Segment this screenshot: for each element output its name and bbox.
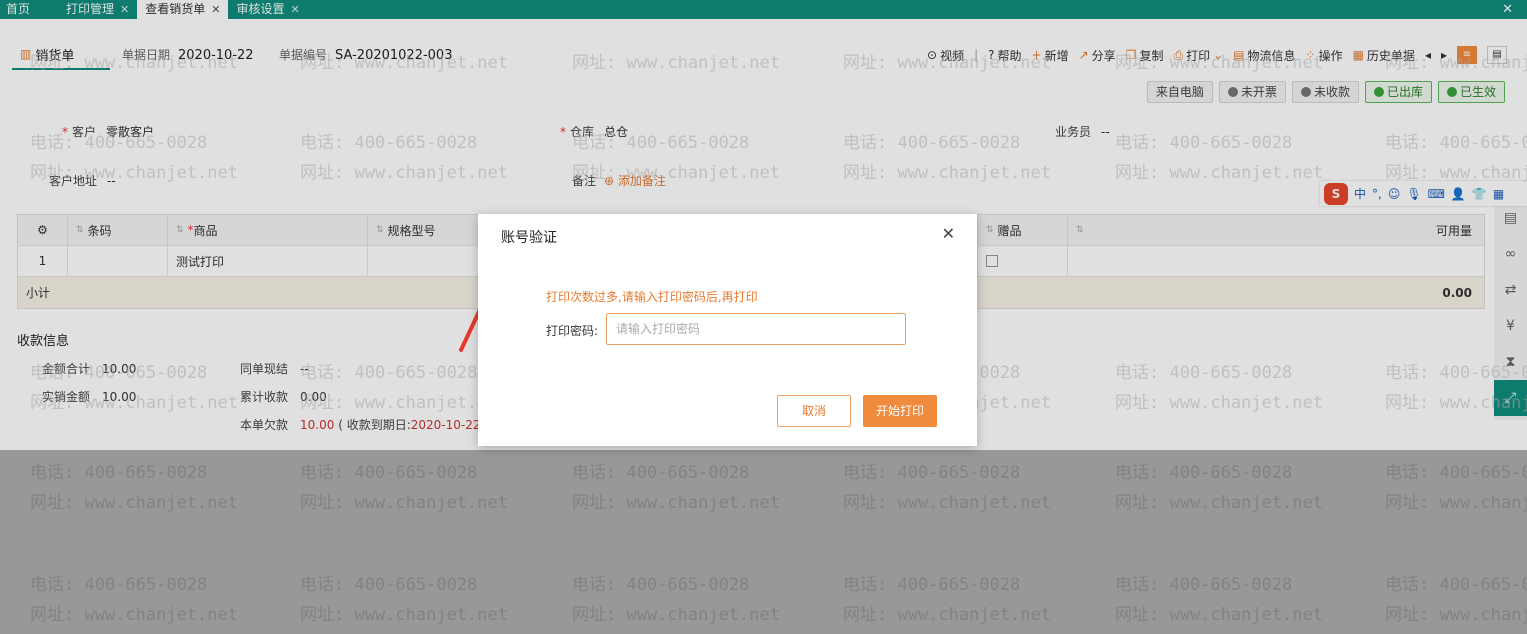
modal-overlay-lower <box>0 450 1527 634</box>
cancel-button[interactable]: 取消 <box>777 395 851 427</box>
start-print-button[interactable]: 开始打印 <box>863 395 937 427</box>
verify-dialog: 账号验证 ✕ 打印次数过多,请输入打印密码后,再打印 打印密码: 取消 开始打印 <box>478 214 977 446</box>
password-label: 打印密码: <box>546 324 599 338</box>
password-input[interactable] <box>606 313 906 345</box>
close-icon[interactable]: ✕ <box>942 224 955 243</box>
dialog-tip: 打印次数过多,请输入打印密码后,再打印 <box>546 290 758 304</box>
dialog-title: 账号验证 <box>501 230 557 246</box>
